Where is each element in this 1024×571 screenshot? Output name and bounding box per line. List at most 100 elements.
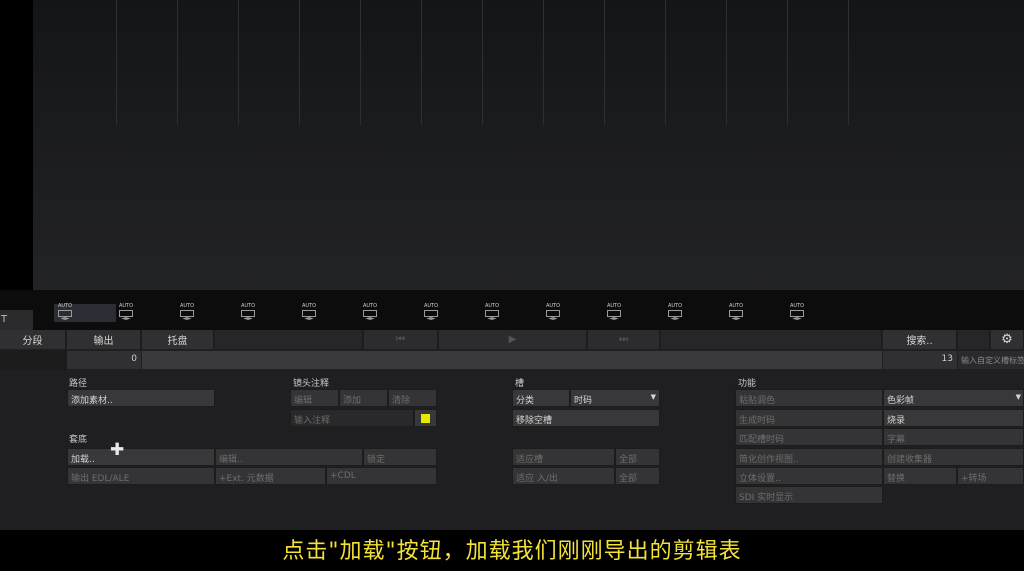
slot-auto[interactable]: AUTO ◄► xyxy=(603,303,625,322)
classify-select-value: 时码 xyxy=(574,396,593,406)
note-add-button[interactable]: 添加 xyxy=(339,389,388,407)
simplify-view-button[interactable]: 简化创作视图.. xyxy=(735,448,883,466)
classify-button[interactable]: 分类 xyxy=(512,389,570,407)
color-frame-select[interactable]: 色彩帧 ▼ xyxy=(883,389,1024,407)
slot-auto[interactable]: AUTO ◄► xyxy=(298,303,320,322)
slot-auto[interactable]: AUTO ◄► xyxy=(176,303,198,322)
ext-metadata-toggle[interactable]: +Ext. 元数据 xyxy=(215,467,326,485)
arrows-icon: ◄► xyxy=(670,315,680,322)
classify-select[interactable]: 时码 ▼ xyxy=(570,389,660,407)
slot-auto[interactable]: AUTO ◄► xyxy=(725,303,747,322)
adapt-slot-all-button[interactable]: 全部 xyxy=(615,448,660,466)
prev-icon[interactable]: ⏮ xyxy=(364,330,438,349)
arrows-icon: ◄► xyxy=(304,315,314,322)
auto-label: AUTO xyxy=(423,303,439,309)
viewer-divider xyxy=(665,0,666,125)
reel-heading: 套底 xyxy=(69,435,88,445)
viewer-divider xyxy=(299,0,300,125)
auto-label: AUTO xyxy=(728,303,744,309)
slot-auto[interactable]: AUTO ◄► xyxy=(481,303,503,322)
auto-label: AUTO xyxy=(57,303,73,309)
video-caption: 点击"加载"按钮，加载我们刚刚导出的剪辑表 xyxy=(282,539,742,564)
slot-auto[interactable]: AUTO ◄► xyxy=(664,303,686,322)
viewer-divider xyxy=(238,0,239,125)
functions-heading: 功能 xyxy=(738,379,757,389)
range-spacer xyxy=(0,350,67,370)
subtitle-button[interactable]: 字幕 xyxy=(883,428,1024,446)
arrows-icon: ◄► xyxy=(426,315,436,322)
arrows-icon: ◄► xyxy=(182,315,192,322)
auto-label: AUTO xyxy=(179,303,195,309)
burn-in-button[interactable]: 烧录 xyxy=(883,409,1024,427)
remove-empty-slots-button[interactable]: 移除空槽 xyxy=(512,409,660,427)
note-edit-button[interactable]: 编辑 xyxy=(290,389,339,407)
adapt-slot-button[interactable]: 适应槽 xyxy=(512,448,615,466)
slot-auto[interactable]: AUTO ◄► xyxy=(359,303,381,322)
arrows-icon: ◄► xyxy=(731,315,741,322)
stereo-setup-button[interactable]: 立体设置.. xyxy=(735,467,883,485)
sdi-live-button[interactable]: SDI 实时显示 xyxy=(735,486,883,504)
tab-tray[interactable]: 托盘 xyxy=(142,330,214,349)
create-collector-button[interactable]: 创建收集器 xyxy=(883,448,1024,466)
tab-segment[interactable]: 分段 xyxy=(0,330,66,349)
slot-auto[interactable]: AUTO ◄► xyxy=(237,303,259,322)
viewer-divider xyxy=(360,0,361,125)
slot-auto[interactable]: AUTO ◄► xyxy=(420,303,442,322)
match-slot-timecode-button[interactable]: 匹配槽时码 xyxy=(735,428,883,446)
adapt-inout-all-button[interactable]: 全部 xyxy=(615,467,660,485)
replace-button[interactable]: 替换 xyxy=(883,467,957,485)
next-icon[interactable]: ⏭ xyxy=(588,330,660,349)
auto-label: AUTO xyxy=(240,303,256,309)
paste-grade-button[interactable]: 粘贴调色 xyxy=(735,389,883,407)
export-edl-button[interactable]: 输出 EDL/ALE xyxy=(67,467,215,485)
viewer-divider xyxy=(543,0,544,125)
play-icon[interactable]: ▶ xyxy=(439,330,587,349)
reel-lock-button[interactable]: 锁定 xyxy=(363,448,437,466)
color-swatch-icon xyxy=(421,414,430,423)
note-input[interactable]: 输入注释 xyxy=(290,409,414,427)
search-button[interactable]: 搜索.. xyxy=(883,330,957,349)
arrows-icon: ◄► xyxy=(365,315,375,322)
note-color-button[interactable] xyxy=(414,409,437,427)
slot-auto[interactable]: AUTO ◄► xyxy=(786,303,808,322)
arrows-icon: ◄► xyxy=(609,315,619,322)
arrows-icon: ◄► xyxy=(121,315,131,322)
auto-label: AUTO xyxy=(484,303,500,309)
add-media-button[interactable]: 添加素材.. xyxy=(67,389,215,407)
chevron-down-icon: ▼ xyxy=(650,393,656,401)
range-end-field[interactable]: 13 xyxy=(883,351,957,369)
strip-side-tab[interactable]: T xyxy=(0,310,33,330)
auto-label: AUTO xyxy=(606,303,622,309)
auto-label: AUTO xyxy=(301,303,317,309)
viewer-divider xyxy=(421,0,422,125)
cdl-toggle[interactable]: +CDL xyxy=(326,467,437,485)
range-slider[interactable] xyxy=(142,351,882,369)
tray-panel: 分段 输出 托盘 ⏮ ▶ ⏭ 搜索.. ⚙ 0 13 输入自定义槽标签 路径 添… xyxy=(0,330,1024,530)
tab-output[interactable]: 输出 xyxy=(67,330,141,349)
slot-auto[interactable]: AUTO ◄► xyxy=(542,303,564,322)
auto-label: AUTO xyxy=(667,303,683,309)
toolbar-gap xyxy=(661,330,882,349)
arrows-icon: ◄► xyxy=(487,315,497,322)
plus-transition-toggle[interactable]: +转场 xyxy=(957,467,1024,485)
reel-edit-button[interactable]: 编辑.. xyxy=(215,448,363,466)
viewer-divider xyxy=(726,0,727,125)
generate-timecode-button[interactable]: 生成时码 xyxy=(735,409,883,427)
slot-auto[interactable]: AUTO ◄► xyxy=(115,303,137,322)
note-clear-button[interactable]: 清除 xyxy=(388,389,437,407)
load-button[interactable]: 加载.. xyxy=(67,448,215,466)
toolbar-gap xyxy=(215,330,363,349)
range-start-field[interactable]: 0 xyxy=(67,351,141,369)
color-frame-value: 色彩帧 xyxy=(887,396,915,406)
auto-label: AUTO xyxy=(118,303,134,309)
auto-label: AUTO xyxy=(362,303,378,309)
gear-icon[interactable]: ⚙ xyxy=(991,330,1024,349)
custom-slot-label-input[interactable]: 输入自定义槽标签 xyxy=(958,351,1024,369)
viewer-divider xyxy=(787,0,788,125)
arrows-icon: ◄► xyxy=(60,315,70,322)
viewer-area xyxy=(33,0,1024,290)
adapt-inout-button[interactable]: 适应 入/出 xyxy=(512,467,615,485)
arrows-icon: ◄► xyxy=(243,315,253,322)
viewer-divider xyxy=(848,0,849,125)
slot-auto-selected[interactable]: AUTO ◄► xyxy=(54,303,116,322)
